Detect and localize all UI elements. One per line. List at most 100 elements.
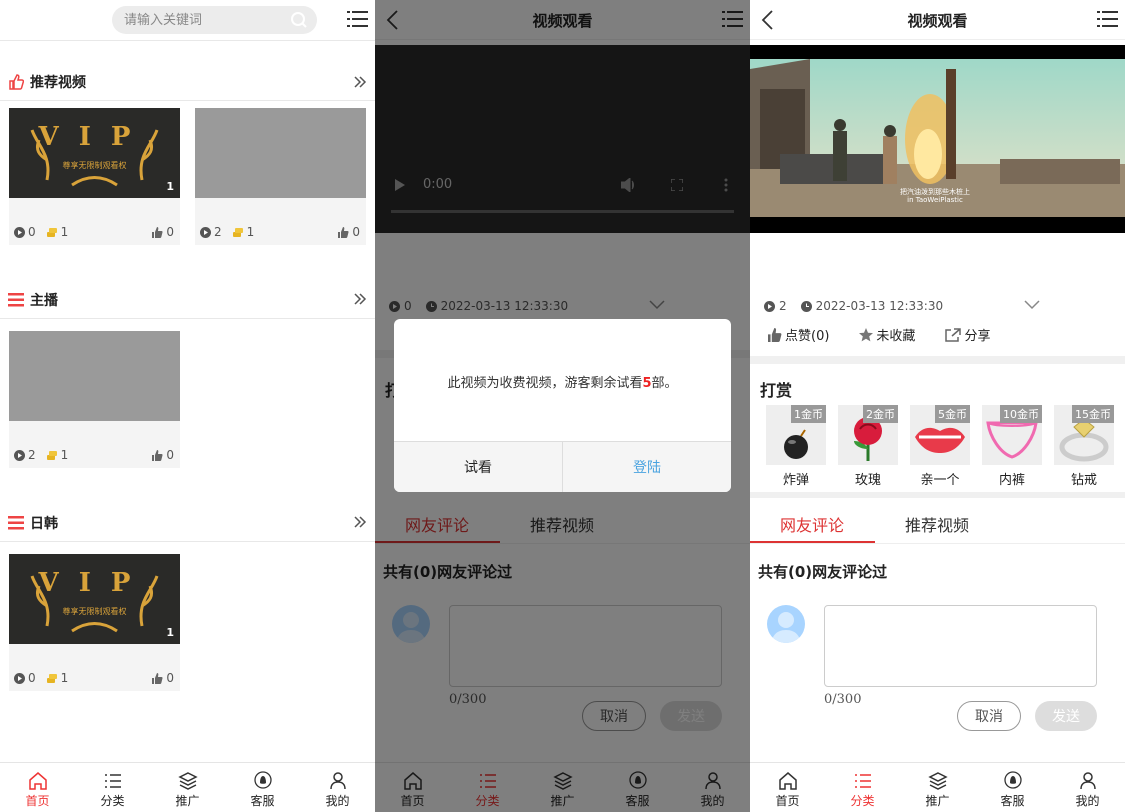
menu-icon[interactable] [347,9,369,29]
video-actions: 点赞(0) 未收藏 分享 [768,325,990,344]
thumbs-up-icon [9,74,24,90]
video-card[interactable]: VIP 尊享无限制观看权 1 0 1 0 [9,554,180,691]
active-tab-indicator [750,541,875,543]
video-thumbnail[interactable]: VIP 尊享无限制观看权 1 [9,554,180,644]
cancel-button[interactable]: 取消 [957,701,1021,731]
tab-service[interactable]: 客服 [975,763,1050,812]
tab-label: 推广 [925,794,950,808]
tab-service[interactable]: 客服 [225,763,300,812]
tab-mine[interactable]: 我的 [1050,763,1125,812]
user-icon [1079,772,1096,790]
clock-icon [800,300,812,312]
video-card[interactable]: 2 1 0 [9,331,180,468]
video-thumbnail[interactable] [9,331,180,421]
video-player[interactable]: 把汽油泼到那些木桩上 in TaoWeiPlastic [750,45,1125,233]
video-card[interactable]: 2 1 0 [195,108,366,245]
video-subtitle: 把汽油泼到那些木桩上 in TaoWeiPlastic [900,188,970,204]
video-thumbnail[interactable] [195,108,366,198]
gift-image[interactable]: 5金币 [910,405,970,465]
comment-input[interactable] [824,605,1097,687]
video-card[interactable]: VIP 尊享无限制观看权 1 0 1 0 [9,108,180,245]
gift-price: 1金币 [791,405,826,423]
double-chevron-right-icon[interactable] [353,75,367,89]
tab-promote[interactable]: 推广 [900,763,975,812]
list-icon [104,774,121,788]
search-input[interactable] [124,10,284,30]
layers-icon [177,772,198,790]
bottom-tab-bar: 首页 分类 推广 客服 我的 [750,762,1125,812]
video-thumbnail[interactable]: VIP 尊享无限制观看权 1 [9,108,180,198]
video-stats: 0 1 0 [14,671,174,685]
section-title-text: 推荐视频 [30,75,86,91]
dialog-message-text: 此视频为收费视频，游客剩余试看 [447,376,643,391]
tab-mine[interactable]: 我的 [300,763,375,812]
send-button[interactable]: 发送 [1035,701,1097,731]
gift-name: 亲一个 [920,473,960,488]
gift-name: 玫瑰 [854,473,881,488]
gift-image[interactable]: 15金币 [1054,405,1114,465]
play-count: 0 [28,671,36,685]
menu-icon[interactable] [1097,9,1119,29]
gift-item[interactable]: 2金币 玫瑰 [838,405,898,488]
tab-category[interactable]: 分类 [75,763,150,812]
gift-item[interactable]: 1金币 炸弹 [766,405,826,488]
search-icon[interactable] [290,11,308,29]
share-button[interactable]: 分享 [945,325,990,344]
double-chevron-right-icon[interactable] [353,515,367,529]
gift-item[interactable]: 10金币 内裤 [982,405,1042,488]
like-count: 0 [352,225,360,239]
double-chevron-right-icon[interactable] [353,292,367,306]
episode-badge: 1 [166,180,174,193]
gift-image[interactable]: 1金币 [766,405,826,465]
play-count-icon [200,226,211,238]
coin-icon [46,227,57,237]
subtitle-line: in TaoWeiPlastic [907,196,963,204]
like-count: 0 [166,448,174,462]
header-divider [0,40,375,41]
gift-image[interactable]: 2金币 [838,405,898,465]
vip-logo-text: VIP [38,568,151,598]
favorite-label: 未收藏 [876,329,916,344]
comment-tabs: 网友评论 推荐视频 [750,500,1125,544]
like-count: 0 [166,671,174,685]
tab-label: 分类 [850,794,875,808]
video-meta: 2 2022-03-13 12:33:30 [764,299,943,313]
tab-home[interactable]: 首页 [0,763,75,812]
gift-item[interactable]: 5金币 亲一个 [910,405,970,488]
star-icon [859,327,874,341]
gift-item[interactable]: 15金币 钻戒 [1054,405,1114,488]
subtitle-line: 把汽油泼到那些木桩上 [900,188,970,196]
section-divider [0,100,375,101]
tab-category[interactable]: 分类 [825,763,900,812]
list-icon [8,293,24,307]
trial-remaining-count: 5 [642,376,652,391]
play-count-icon [14,226,25,238]
tab-label: 客服 [1000,794,1025,808]
avatar [767,605,805,643]
gift-image[interactable]: 10金币 [982,405,1042,465]
section-divider [0,318,375,319]
tab-label: 我的 [325,794,350,808]
play-count-icon [14,672,25,684]
tab-recommended[interactable]: 推荐视频 [905,512,969,536]
section-divider [0,541,375,542]
tab-comments[interactable]: 网友评论 [780,512,844,536]
search-box[interactable] [112,6,317,34]
play-count: 0 [28,225,36,239]
watch-screen: 视频观看 把汽油泼到那些木桩上 in TaoWeiPlastic 2 2022-… [750,0,1125,812]
service-icon [253,771,272,789]
dialog-message: 此视频为收费视频，游客剩余试看5部。 [394,372,731,391]
trial-button[interactable]: 试看 [394,442,562,492]
like-icon [152,672,163,684]
section-recommended-title: 推荐视频 [8,72,86,92]
chevron-down-icon[interactable] [1024,300,1040,310]
ring-icon [1059,418,1109,462]
coin-icon [46,450,57,460]
gift-price: 15金币 [1072,405,1114,423]
login-button[interactable]: 登陆 [562,442,731,492]
char-limit: 0/300 [824,692,862,707]
tab-home[interactable]: 首页 [750,763,825,812]
like-button[interactable]: 点赞(0) [768,325,829,344]
tab-promote[interactable]: 推广 [150,763,225,812]
favorite-button[interactable]: 未收藏 [859,325,915,344]
